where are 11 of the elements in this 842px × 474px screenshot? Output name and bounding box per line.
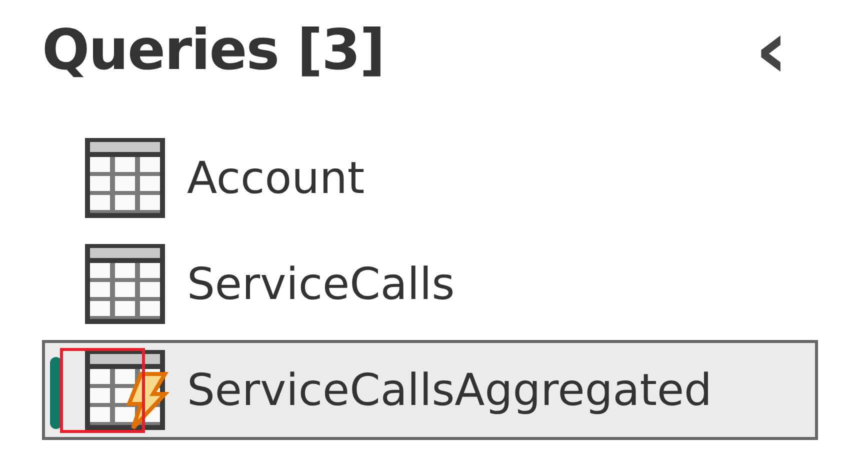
query-item[interactable]: ServiceCallsAggregated (42, 340, 818, 440)
query-name: Account (187, 152, 365, 204)
lightning-icon (123, 372, 169, 430)
panel-title: Queries [3] (42, 18, 384, 82)
collapse-button[interactable]: ‹ (745, 10, 798, 90)
table-icon (83, 242, 167, 326)
query-name: ServiceCallsAggregated (187, 364, 712, 416)
query-item[interactable]: Account (42, 128, 818, 228)
query-item[interactable]: ServiceCalls (42, 234, 818, 334)
query-name: ServiceCalls (187, 258, 455, 310)
table-icon (83, 136, 167, 220)
